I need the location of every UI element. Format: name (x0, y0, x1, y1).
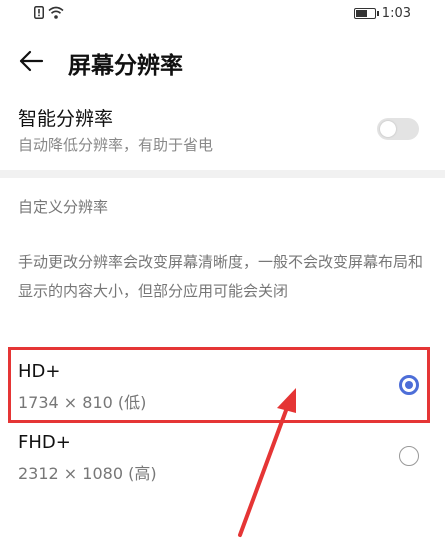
annotation-arrow-icon (238, 388, 296, 537)
